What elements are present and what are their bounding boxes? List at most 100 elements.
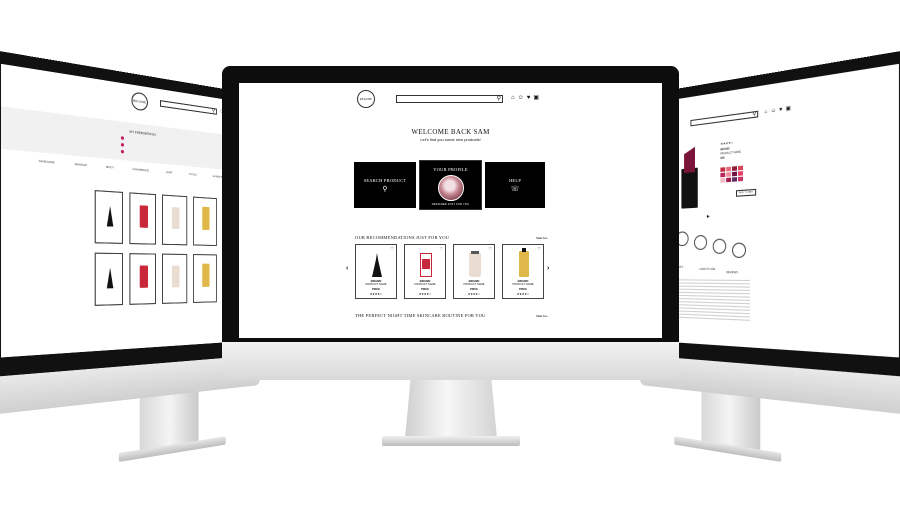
grid-product-card[interactable] bbox=[192, 196, 217, 247]
wishlist-heart-icon[interactable]: ♡ bbox=[390, 246, 394, 251]
nav-item-makeup[interactable]: MAKEUP bbox=[75, 163, 88, 168]
heart-icon[interactable]: ♥ bbox=[779, 106, 782, 114]
product-image bbox=[107, 268, 114, 289]
product-stars: ★★★★☆ bbox=[418, 292, 432, 296]
search-input[interactable]: ⚲ bbox=[160, 100, 217, 115]
nav-item-brands[interactable]: BRANDS bbox=[213, 175, 223, 179]
bag-icon[interactable]: ▣ bbox=[533, 95, 539, 102]
search-icon[interactable]: ⚲ bbox=[752, 111, 756, 118]
add-to-bag-button[interactable]: ADD TO BAG bbox=[736, 188, 757, 197]
search-icon[interactable]: ⚲ bbox=[212, 108, 215, 115]
product-image bbox=[469, 251, 481, 277]
product-image bbox=[171, 265, 180, 288]
recommendation-card[interactable]: ♡ BRAND PRODUCT NAME PRICE ★★★★☆ bbox=[453, 244, 495, 299]
recommendations-see-all-link[interactable]: SEE ALL bbox=[536, 236, 548, 240]
user-icon[interactable]: ☺ bbox=[518, 95, 524, 102]
filter-dot-2[interactable] bbox=[120, 142, 125, 147]
search-icon[interactable]: ⚲ bbox=[497, 95, 501, 103]
wishlist-heart-icon[interactable]: ♡ bbox=[439, 246, 443, 251]
color-swatch[interactable] bbox=[737, 171, 743, 176]
color-swatch[interactable] bbox=[720, 178, 726, 183]
product-stars: ★★★★☆ bbox=[467, 292, 481, 296]
gallery-next-arrow[interactable]: ▸ bbox=[707, 213, 709, 220]
color-swatch[interactable] bbox=[732, 171, 737, 177]
chat-bubble-icon: ☏ bbox=[510, 184, 520, 193]
product-stars: ★★★★☆ bbox=[516, 292, 530, 296]
search-input[interactable]: ⚲ bbox=[396, 95, 503, 103]
recommendations-title: OUR RECOMMENDATIONS JUST FOR YOU bbox=[355, 235, 450, 240]
color-swatch[interactable] bbox=[726, 166, 732, 172]
right-monitor: REGIME ⚲ ⌂ ☺ ♥ ▣ ◂ ▸ ★★★★☆ BRAND PRODUCT… bbox=[640, 49, 900, 491]
nav-item-tools[interactable]: TOOLS bbox=[189, 173, 197, 177]
profile-caption: DESIGNED JUST FOR YOU bbox=[431, 203, 470, 206]
recommendation-card[interactable]: ♡ BRAND PRODUCT NAME PRICE ★★★★☆ bbox=[404, 244, 446, 299]
header-icons: ⌂ ☺ ♥ ▣ bbox=[511, 95, 539, 102]
color-swatch[interactable] bbox=[732, 177, 737, 182]
nav-item-hair[interactable]: HAIR bbox=[166, 171, 172, 175]
home-icon[interactable]: ⌂ bbox=[511, 95, 515, 102]
tab-how-to-use[interactable]: HOW TO USE bbox=[700, 268, 716, 271]
recommendation-card[interactable]: ♡ BRAND PRODUCT NAME PRICE ★★★★☆ bbox=[355, 244, 397, 299]
swatch-grid bbox=[648, 64, 899, 183]
user-icon[interactable]: ☺ bbox=[771, 107, 776, 116]
welcome-subtitle: Let's find you some new products! bbox=[420, 137, 481, 142]
filter-dot-1[interactable] bbox=[120, 136, 125, 140]
product-price: $00 bbox=[720, 156, 725, 161]
home-icon[interactable]: ⌂ bbox=[764, 108, 767, 116]
natural-badge bbox=[712, 238, 727, 254]
product-name: PRODUCT NAME bbox=[463, 283, 485, 286]
your-profile-label: YOUR PROFILE bbox=[433, 167, 468, 172]
filter-dot-3[interactable] bbox=[120, 149, 125, 154]
left-screen: REGIME ⚲ ⌂ ☺ ♥ ▣ MY PREFERENCES SKINCARE… bbox=[1, 63, 252, 358]
bag-icon[interactable]: ▣ bbox=[786, 105, 791, 114]
color-swatch[interactable] bbox=[726, 177, 732, 183]
grid-product-card[interactable] bbox=[94, 190, 123, 244]
nav-item-body[interactable]: BODY bbox=[106, 166, 114, 170]
heart-icon[interactable]: ♥ bbox=[527, 95, 531, 102]
color-swatch[interactable] bbox=[720, 172, 726, 178]
wishlist-heart-icon[interactable]: ♡ bbox=[488, 246, 492, 251]
product-image bbox=[202, 263, 210, 287]
grid-product-card[interactable] bbox=[162, 194, 188, 246]
product-name: PRODUCT NAME bbox=[512, 283, 534, 286]
help-tile[interactable]: HELP ☏ bbox=[485, 162, 545, 208]
product-image bbox=[519, 248, 529, 277]
center-screen: REGIME ⚲ ⌂ ☺ ♥ ▣ WELCOME BACK SAM Let's … bbox=[239, 83, 662, 338]
wishlist-heart-icon[interactable]: ♡ bbox=[537, 246, 541, 251]
carousel-prev-arrow[interactable]: ‹ bbox=[346, 265, 348, 272]
profile-avatar bbox=[437, 175, 464, 201]
cruelty-free-badge bbox=[694, 234, 708, 251]
left-monitor: REGIME ⚲ ⌂ ☺ ♥ ▣ MY PREFERENCES SKINCARE… bbox=[0, 49, 260, 491]
color-swatch[interactable] bbox=[732, 166, 737, 171]
nav-item-fragrance[interactable]: FRAGRANCE bbox=[132, 168, 149, 173]
product-image bbox=[139, 265, 148, 288]
search-product-tile[interactable]: SEARCH PRODUCT ⚲ bbox=[354, 162, 416, 208]
grid-product-card[interactable] bbox=[94, 252, 123, 306]
recommendation-card[interactable]: ♡ BRAND PRODUCT NAME PRICE ★★★★☆ bbox=[502, 244, 544, 299]
your-profile-tile[interactable]: YOUR PROFILE DESIGNED JUST FOR YOU bbox=[419, 160, 482, 210]
product-stars: ★★★★☆ bbox=[720, 140, 734, 147]
grid-product-card[interactable] bbox=[129, 253, 157, 305]
routine-see-all-link[interactable]: SEE ALL bbox=[536, 314, 548, 318]
product-name: PRODUCT NAME bbox=[414, 283, 436, 286]
grid-product-card[interactable] bbox=[192, 254, 217, 304]
color-swatch[interactable] bbox=[737, 165, 743, 171]
product-price: PRICE bbox=[519, 288, 527, 291]
color-swatch[interactable] bbox=[737, 176, 743, 182]
product-stars: ★★★★☆ bbox=[369, 292, 383, 296]
carousel-next-arrow[interactable]: › bbox=[547, 265, 549, 272]
tab-reviews[interactable]: REVIEWS bbox=[726, 271, 738, 274]
nav-item-skincare[interactable]: SKINCARE bbox=[39, 160, 55, 165]
grid-product-card[interactable] bbox=[129, 192, 157, 245]
product-price: PRICE bbox=[470, 288, 478, 291]
search-input[interactable]: ⚲ bbox=[690, 110, 759, 127]
site-logo[interactable]: REGIME bbox=[131, 91, 148, 112]
product-hero-image bbox=[680, 142, 700, 209]
color-swatch[interactable] bbox=[726, 172, 732, 177]
site-logo[interactable]: REGIME bbox=[357, 90, 375, 108]
welcome-title: WELCOME BACK SAM bbox=[411, 128, 490, 136]
header-icons: ⌂ ☺ ♥ ▣ bbox=[764, 105, 790, 117]
routine-title: THE PERFECT NIGHT TIME SKINCARE ROUTINE … bbox=[355, 313, 486, 318]
grid-product-card[interactable] bbox=[162, 253, 188, 304]
color-swatch[interactable] bbox=[720, 167, 726, 172]
